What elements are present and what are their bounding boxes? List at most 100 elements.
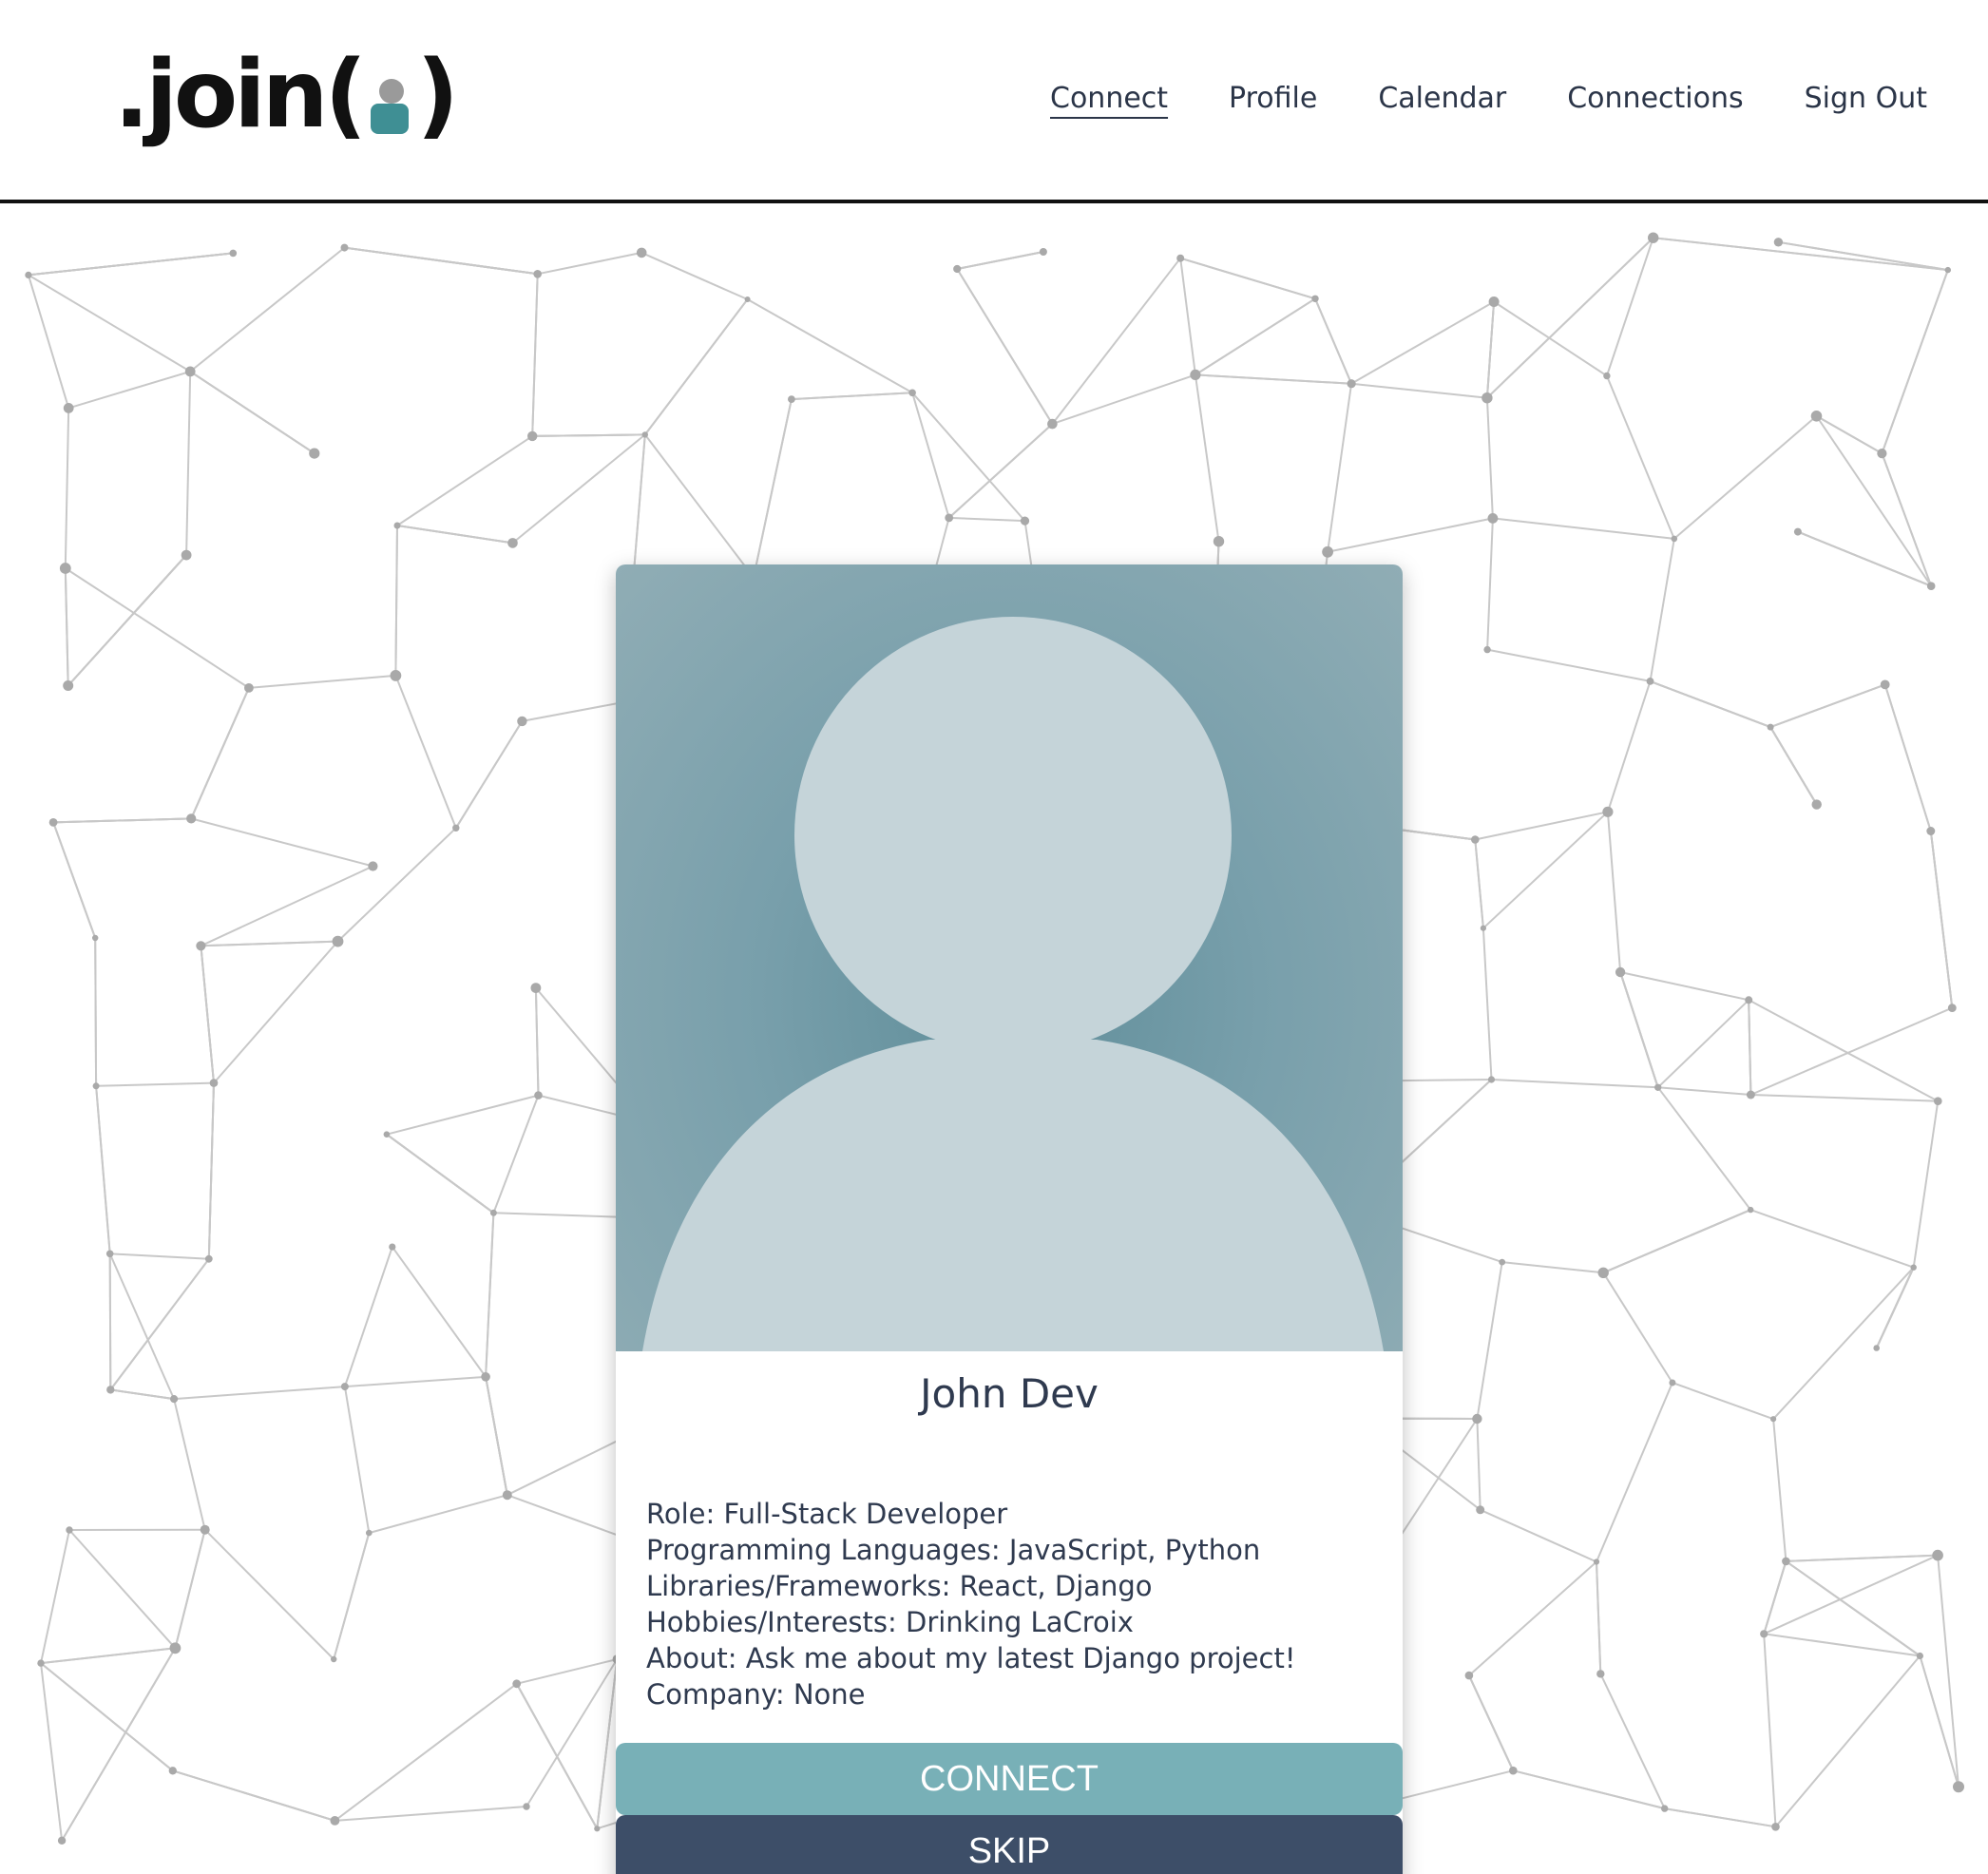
network-node: [181, 549, 192, 561]
network-node: [1190, 369, 1201, 380]
network-line: [1816, 414, 1883, 454]
network-line: [1657, 1086, 1751, 1096]
network-line: [1750, 1094, 1939, 1102]
network-node: [1873, 1345, 1880, 1351]
nav-calendar[interactable]: Calendar: [1378, 82, 1506, 115]
network-line: [596, 1658, 619, 1829]
network-line: [531, 274, 539, 436]
network-line: [95, 1085, 111, 1254]
network-line: [948, 423, 1054, 519]
network-line: [1785, 1560, 1921, 1657]
network-node: [1760, 1630, 1768, 1638]
network-node: [530, 983, 542, 993]
network-node: [1020, 516, 1030, 526]
join-logo[interactable]: .join( ): [114, 38, 459, 152]
network-node: [1916, 1652, 1923, 1660]
network-node: [1773, 238, 1784, 247]
network-line: [1051, 258, 1181, 425]
network-node: [523, 1803, 530, 1810]
network-line: [64, 567, 69, 686]
network-node: [1487, 513, 1499, 524]
network-line: [1673, 415, 1818, 540]
network-line: [40, 1529, 70, 1664]
network-node: [636, 247, 647, 258]
network-node: [1603, 372, 1611, 380]
network-line: [1350, 300, 1495, 385]
connect-button[interactable]: CONNECT: [616, 1743, 1403, 1815]
network-line: [1657, 999, 1749, 1089]
network-line: [644, 433, 755, 579]
profile-name: John Dev: [920, 1370, 1099, 1417]
network-line: [174, 1529, 206, 1649]
network-line: [40, 1662, 174, 1772]
network-line: [1389, 1418, 1479, 1552]
network-node: [1944, 266, 1951, 274]
network-node: [1602, 806, 1614, 817]
network-line: [1492, 517, 1674, 540]
network-node: [37, 1659, 45, 1667]
network-line: [1748, 999, 1939, 1102]
main-content: John Dev Role: Full-Stack Developer Prog…: [0, 203, 1988, 1874]
network-node: [1648, 232, 1659, 243]
nav-profile[interactable]: Profile: [1229, 82, 1317, 115]
network-line: [1493, 300, 1608, 377]
network-line: [1481, 927, 1493, 1080]
network-line: [1350, 382, 1488, 399]
network-node: [452, 824, 460, 832]
network-node: [184, 366, 196, 377]
network-line: [747, 298, 913, 394]
network-node: [340, 243, 349, 252]
network-line: [1194, 374, 1220, 542]
network-line: [213, 940, 339, 1084]
network-line: [336, 827, 457, 943]
nav-connections[interactable]: Connections: [1567, 82, 1743, 115]
network-line: [911, 392, 1026, 522]
network-line: [485, 1376, 508, 1496]
main-nav: Connect Profile Calendar Connections Sig…: [1050, 82, 1927, 115]
detail-about: About: Ask me about my latest Django pro…: [646, 1642, 1296, 1674]
network-node: [63, 680, 74, 691]
network-line: [1602, 1272, 1673, 1384]
network-node: [1593, 1558, 1600, 1565]
network-line: [1769, 683, 1886, 729]
network-node: [48, 818, 58, 827]
network-line: [791, 392, 913, 401]
network-line: [1327, 517, 1494, 553]
skip-button[interactable]: SKIP: [616, 1815, 1403, 1874]
network-line: [201, 940, 338, 947]
network-node: [527, 430, 538, 442]
network-line: [334, 1683, 518, 1822]
network-node: [105, 1250, 114, 1258]
network-node: [1213, 536, 1225, 547]
network-node: [908, 389, 916, 397]
network-node: [1615, 966, 1626, 978]
network-line: [96, 1081, 215, 1087]
network-line: [753, 398, 793, 578]
network-line: [394, 525, 398, 676]
network-node: [1748, 1206, 1754, 1214]
network-node: [1661, 1805, 1669, 1812]
network-line: [1664, 1807, 1776, 1828]
network-line: [203, 1528, 335, 1660]
network-line: [956, 268, 1054, 425]
logo-text-left: .join(: [114, 41, 367, 149]
network-line: [1749, 1209, 1915, 1269]
detail-languages: Programming Languages: JavaScript, Pytho…: [646, 1534, 1261, 1566]
nav-sign-out[interactable]: Sign Out: [1805, 82, 1927, 115]
network-line: [1883, 684, 1932, 832]
nav-connect[interactable]: Connect: [1050, 82, 1168, 115]
network-node: [332, 935, 344, 947]
network-line: [207, 1082, 215, 1259]
network-node: [1654, 1083, 1662, 1091]
network-node: [481, 1372, 490, 1382]
network-line: [185, 371, 192, 556]
network-line: [957, 251, 1044, 270]
network-line: [1764, 1633, 1921, 1657]
network-line: [1606, 680, 1652, 813]
network-node: [1047, 418, 1058, 430]
network-node: [1039, 248, 1047, 256]
network-line: [1485, 301, 1496, 398]
network-node: [196, 941, 206, 951]
network-line: [640, 251, 749, 300]
network-line: [534, 987, 540, 1096]
